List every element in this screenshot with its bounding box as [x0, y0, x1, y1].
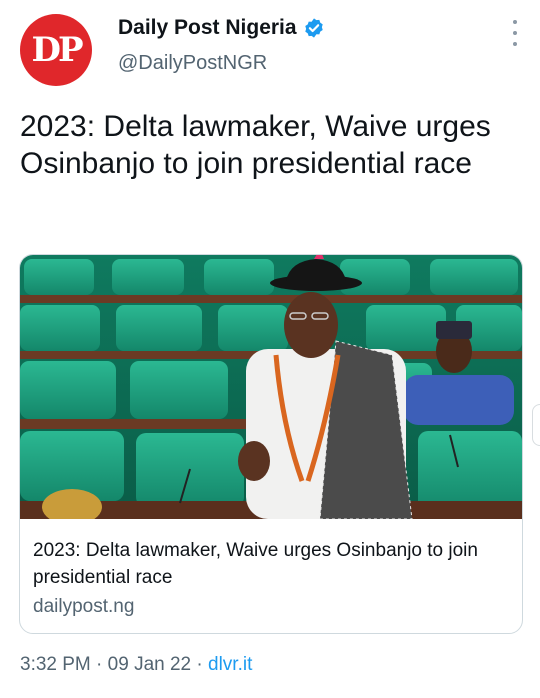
author-name-row[interactable]: Daily Post Nigeria — [118, 16, 325, 40]
tweet-header: DP Daily Post Nigeria @DailyPostNGR — [20, 14, 525, 86]
card-title[interactable]: 2023: Delta lawmaker, Waive urges Osinba… — [33, 537, 513, 591]
card-image[interactable] — [20, 255, 522, 519]
tweet-date[interactable]: 09 Jan 22 — [108, 654, 191, 675]
tweet-source-link[interactable]: dlvr.it — [208, 654, 252, 675]
more-options-icon[interactable] — [505, 20, 525, 46]
avatar-logo-text: DP — [31, 30, 83, 70]
display-name[interactable]: Daily Post Nigeria — [118, 16, 297, 40]
tweet-time[interactable]: 3:32 PM — [20, 654, 91, 675]
verified-badge-icon — [304, 18, 323, 38]
card-domain[interactable]: dailypost.ng — [33, 596, 134, 618]
handle[interactable]: @DailyPostNGR — [118, 52, 267, 75]
avatar[interactable]: DP — [20, 14, 92, 86]
scroll-handle[interactable] — [532, 404, 540, 446]
link-card[interactable]: 2023: Delta lawmaker, Waive urges Osinba… — [19, 254, 523, 634]
meta-separator: · — [90, 654, 108, 675]
tweet-meta: 3:32 PM · 09 Jan 22 · dlvr.it — [20, 654, 252, 676]
tweet-text: 2023: Delta lawmaker, Waive urges Osinba… — [20, 110, 491, 180]
meta-separator-2: · — [191, 654, 209, 675]
